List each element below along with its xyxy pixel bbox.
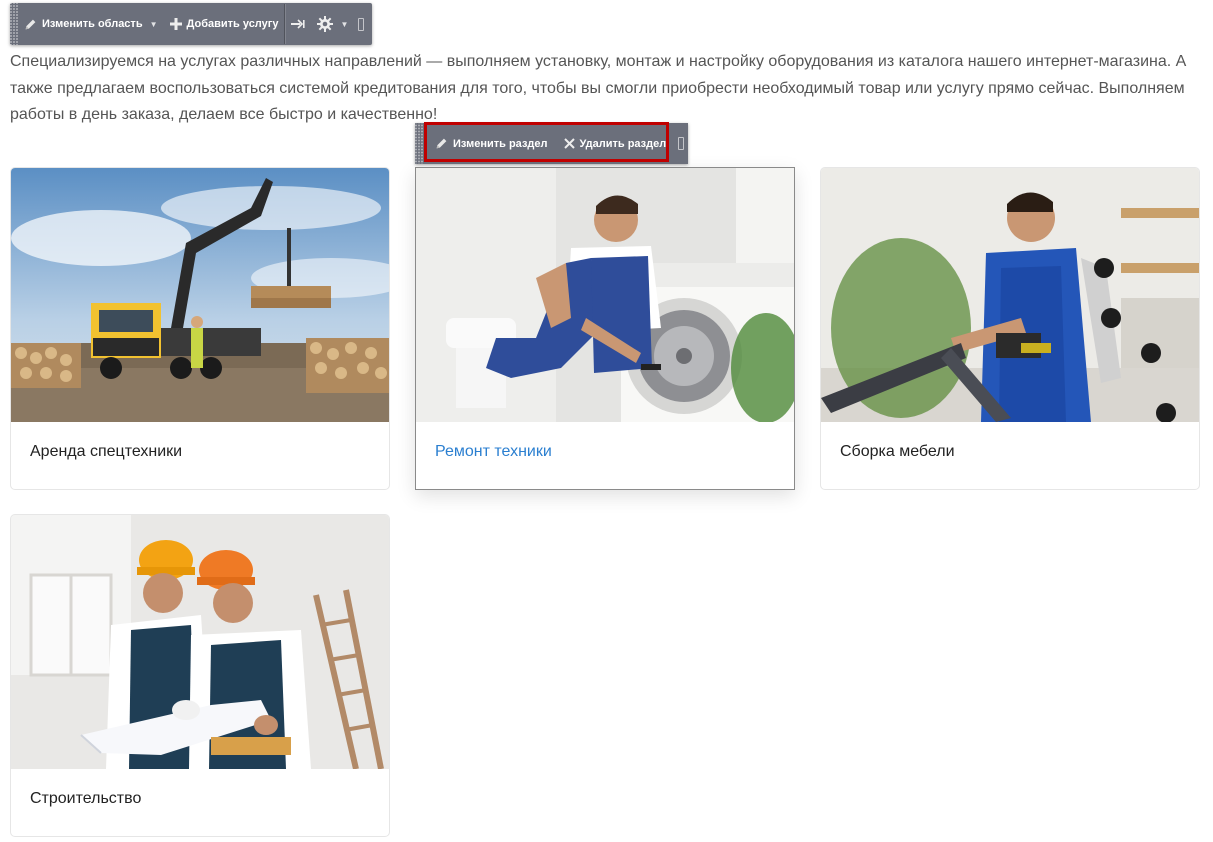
pin-button[interactable] [285,3,311,45]
plus-icon [169,18,182,30]
chevron-down-icon: ▼ [340,19,349,29]
pencil-icon [25,19,36,29]
service-card-construction[interactable]: Строительство [10,514,390,837]
admin-toolbar: Изменить область ▼ Добавить услугу ▼ [10,3,372,45]
page: Изменить область ▼ Добавить услугу ▼ Спе… [0,0,1213,842]
pencil-icon [436,138,447,149]
toolbar-drag-handle[interactable] [415,123,423,164]
add-service-label: Добавить услугу [186,18,279,30]
chevron-down-icon: ▼ [149,19,158,29]
edit-section-label: Изменить раздел [453,137,548,150]
pin-icon [291,19,306,29]
close-icon [563,138,575,149]
add-service-button[interactable]: Добавить услугу [164,3,285,45]
card-image-washing-machine-repair [416,168,794,422]
card-image-chair-assembly [821,168,1199,422]
service-card-equipment-rental[interactable]: Аренда спецтехники [10,167,390,490]
card-image-construction-workers [11,515,389,769]
card-title[interactable]: Ремонт техники [435,443,552,461]
service-card-appliance-repair[interactable]: Ремонт техники [415,167,795,490]
card-title[interactable]: Аренда спецтехники [30,443,182,461]
edit-area-label: Изменить область [42,18,143,30]
settings-button[interactable]: ▼ [311,3,354,45]
section-toolbar: Изменить раздел Удалить раздел [415,122,688,164]
card-title[interactable]: Сборка мебели [840,443,955,461]
service-card-furniture-assembly[interactable]: Сборка мебели [820,167,1200,490]
gear-icon [317,16,334,32]
edit-section-button[interactable]: Изменить раздел [427,123,556,164]
card-title[interactable]: Строительство [30,790,141,808]
intro-text: Специализируемся на услугах различных на… [10,53,1187,123]
toolbar-grip-icon[interactable] [358,17,365,31]
delete-section-button[interactable]: Удалить раздел [556,123,675,164]
toolbar-grip-icon[interactable] [678,137,684,150]
card-image-crane-truck [11,168,389,422]
delete-section-label: Удалить раздел [579,137,667,150]
edit-area-button[interactable]: Изменить область ▼ [18,3,164,45]
toolbar-drag-handle[interactable] [10,3,18,45]
